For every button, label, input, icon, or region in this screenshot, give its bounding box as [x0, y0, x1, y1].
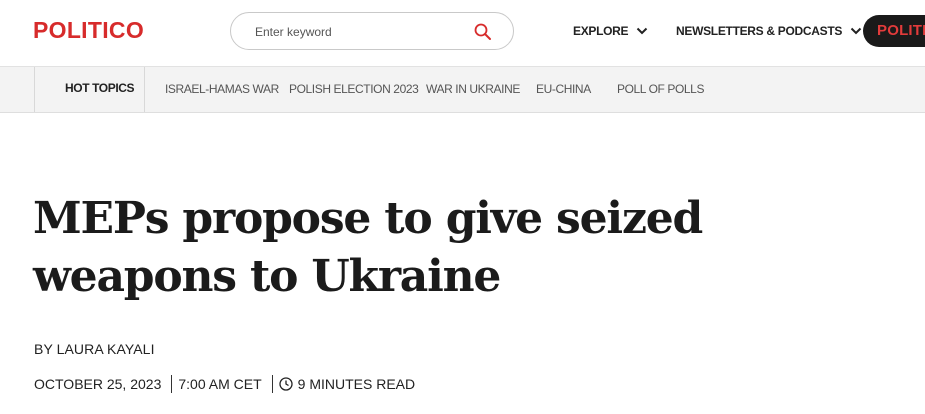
hot-topics-label: HOT TOPICS [65, 81, 135, 95]
politico-pro-button[interactable]: POLITICO [863, 15, 925, 47]
hot-topics-bar: HOT TOPICS ISRAEL-HAMAS WAR POLISH ELECT… [0, 66, 925, 113]
topic-israel-hamas-war[interactable]: ISRAEL-HAMAS WAR [165, 82, 279, 96]
chevron-down-icon [637, 27, 648, 35]
search-icon [474, 23, 491, 40]
article-meta: OCTOBER 25, 2023 7:00 AM CET 9 MINUTES R… [34, 374, 415, 394]
clock-icon [278, 377, 293, 391]
politico-logo[interactable]: POLITICO [33, 17, 144, 44]
topic-war-in-ukraine[interactable]: WAR IN UKRAINE [426, 82, 520, 96]
site-header: POLITICO EXPLORE NEWSLETTERS & PODCASTS … [0, 0, 925, 66]
article-headline: MEPs propose to give seized weapons to U… [33, 193, 703, 302]
search-input[interactable] [255, 22, 475, 42]
hot-topics-label-box: HOT TOPICS [34, 67, 145, 112]
nav-explore[interactable]: EXPLORE [573, 24, 648, 38]
article-byline[interactable]: BY LAURA KAYALI [34, 341, 155, 357]
nav-explore-label: EXPLORE [573, 24, 629, 38]
article-time: 7:00 AM CET [178, 376, 262, 392]
meta-divider [171, 375, 173, 393]
nav-newsletters-podcasts[interactable]: NEWSLETTERS & PODCASTS [676, 24, 862, 38]
topic-poll-of-polls[interactable]: POLL OF POLLS [617, 82, 704, 96]
search-box [230, 12, 514, 50]
chevron-down-icon [850, 27, 862, 35]
nav-newsletters-label: NEWSLETTERS & PODCASTS [676, 24, 843, 38]
topic-eu-china[interactable]: EU-CHINA [536, 82, 591, 96]
article-date: OCTOBER 25, 2023 [34, 376, 162, 392]
article-read-time: 9 MINUTES READ [297, 376, 416, 392]
search-button[interactable] [473, 22, 493, 42]
topic-polish-election-2023[interactable]: POLISH ELECTION 2023 [289, 82, 419, 96]
meta-divider [271, 375, 273, 393]
